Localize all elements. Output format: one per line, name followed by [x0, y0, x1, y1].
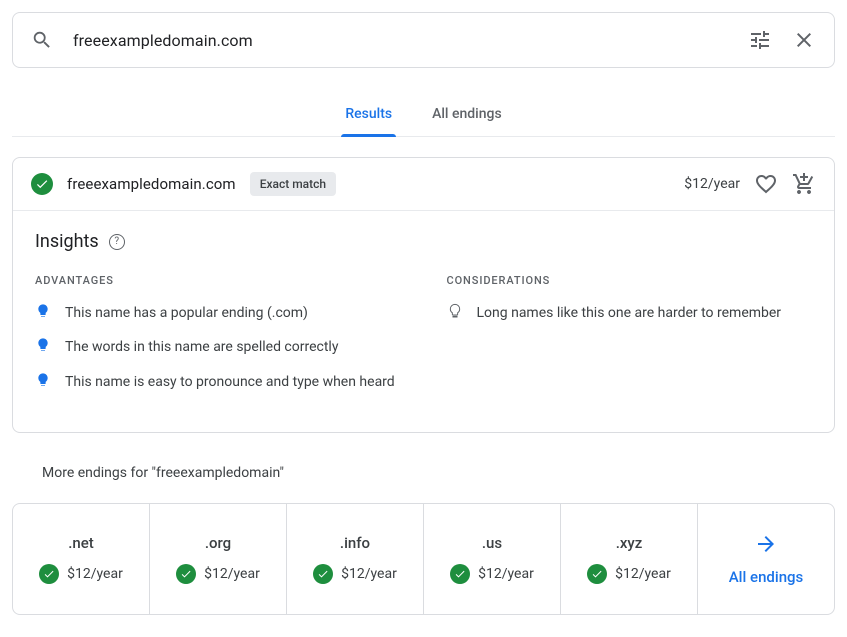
- result-card: freeexampledomain.com Exact match $12/ye…: [12, 157, 835, 433]
- ending-name: .xyz: [616, 534, 643, 552]
- check-icon: [313, 564, 333, 584]
- list-item: Long names like this one are harder to r…: [447, 303, 813, 323]
- bulb-icon: [35, 303, 51, 319]
- ending-name: .net: [68, 534, 94, 552]
- advantage-text: The words in this name are spelled corre…: [65, 337, 338, 357]
- advantages-column: ADVANTAGES This name has a popular endin…: [35, 274, 401, 406]
- check-icon: [587, 564, 607, 584]
- ending-org[interactable]: .org $12/year: [150, 504, 287, 614]
- bulb-outline-icon: [447, 303, 463, 319]
- all-endings-link[interactable]: All endings: [698, 504, 834, 614]
- consideration-text: Long names like this one are harder to r…: [477, 303, 782, 323]
- advantage-text: This name is easy to pronounce and type …: [65, 372, 395, 392]
- check-icon: [450, 564, 470, 584]
- result-price: $12/year: [684, 176, 740, 192]
- help-icon[interactable]: ?: [109, 234, 125, 250]
- endings-grid: .net $12/year .org $12/year .info $12/ye…: [12, 503, 835, 615]
- ending-price: $12/year: [478, 566, 534, 582]
- advantages-heading: ADVANTAGES: [35, 274, 401, 287]
- bulb-icon: [35, 372, 51, 388]
- bulb-icon: [35, 337, 51, 353]
- tab-results[interactable]: Results: [343, 96, 394, 136]
- add-to-cart-icon[interactable]: [792, 172, 816, 196]
- result-header: freeexampledomain.com Exact match $12/ye…: [13, 158, 834, 211]
- ending-price: $12/year: [204, 566, 260, 582]
- ending-name: .info: [340, 534, 370, 552]
- search-bar: [12, 12, 835, 68]
- insights-title: Insights: [35, 231, 99, 252]
- tabs: Results All endings: [12, 96, 835, 137]
- all-endings-label: All endings: [729, 568, 804, 586]
- list-item: The words in this name are spelled corre…: [35, 337, 401, 357]
- ending-name: .org: [205, 534, 231, 552]
- check-icon: [176, 564, 196, 584]
- ending-price: $12/year: [341, 566, 397, 582]
- list-item: This name has a popular ending (.com): [35, 303, 401, 323]
- insights-section: Insights ? ADVANTAGES This name has a po…: [13, 211, 834, 432]
- ending-name: .us: [482, 534, 502, 552]
- exact-match-chip: Exact match: [250, 172, 336, 196]
- arrow-right-icon: [754, 532, 778, 560]
- domain-name: freeexampledomain.com: [67, 175, 236, 193]
- advantage-text: This name has a popular ending (.com): [65, 303, 308, 323]
- close-icon[interactable]: [792, 28, 816, 52]
- ending-price: $12/year: [67, 566, 123, 582]
- considerations-column: CONSIDERATIONS Long names like this one …: [447, 274, 813, 406]
- search-input[interactable]: [73, 31, 728, 50]
- search-icon: [31, 29, 53, 51]
- ending-xyz[interactable]: .xyz $12/year: [561, 504, 698, 614]
- favorite-icon[interactable]: [754, 172, 778, 196]
- tune-icon[interactable]: [748, 28, 772, 52]
- check-icon: [39, 564, 59, 584]
- more-endings-heading: More endings for "freeexampledomain": [42, 465, 835, 481]
- ending-info[interactable]: .info $12/year: [287, 504, 424, 614]
- considerations-heading: CONSIDERATIONS: [447, 274, 813, 287]
- ending-net[interactable]: .net $12/year: [13, 504, 150, 614]
- list-item: This name is easy to pronounce and type …: [35, 372, 401, 392]
- ending-price: $12/year: [615, 566, 671, 582]
- ending-us[interactable]: .us $12/year: [424, 504, 561, 614]
- tab-all-endings[interactable]: All endings: [430, 96, 504, 136]
- check-icon: [31, 173, 53, 195]
